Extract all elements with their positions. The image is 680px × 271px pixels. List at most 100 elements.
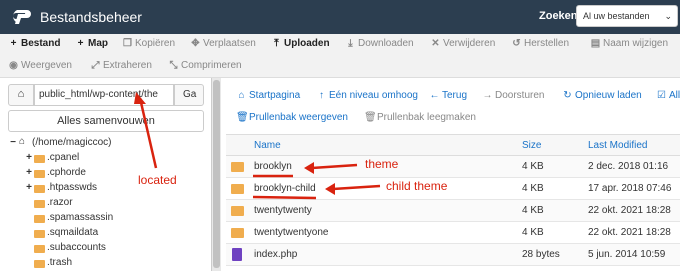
reload-button[interactable]: ↻ Opnieuw laden (562, 90, 641, 101)
tree-item[interactable]: .subaccounts (8, 242, 204, 257)
table-header: Name Size Last Modified (226, 134, 680, 156)
rename-button[interactable]: ▤ Naam wijzigen (590, 38, 668, 54)
extract-button[interactable]: ⤢ Extraheren (90, 60, 152, 76)
row-modified: 5 jun. 2014 10:59 (588, 249, 666, 260)
row-name: twentytwentyone (254, 227, 329, 238)
up-one-level-button[interactable]: ↑ Eén niveau omhoog (316, 90, 418, 101)
tree-item[interactable]: .razor (8, 197, 204, 212)
arrow-right-icon: → (482, 90, 493, 101)
eye-icon: ◉ (9, 60, 18, 71)
search-scope-select[interactable]: Al uw bestanden ⌄ (576, 5, 678, 27)
path-input[interactable]: public_html/wp-content/the (34, 84, 174, 106)
collapse-all-button[interactable]: Alles samenvouwen (8, 110, 204, 132)
new-file-button[interactable]: + Bestand (8, 38, 61, 54)
row-name: twentytwenty (254, 205, 312, 216)
move-icon: ✥ (191, 38, 200, 49)
top-bar: Bestandsbeheer Zoeken Al uw bestanden ⌄ (0, 0, 680, 34)
folder-icon (231, 206, 244, 216)
tree-item[interactable]: .trash (8, 257, 204, 271)
arrow-left-icon: ← (429, 90, 440, 101)
navigation-bar: ⌂ Startpagina ↑ Eén niveau omhoog ← Terug →… (226, 84, 680, 130)
search-scope-value: Al uw bestanden (583, 11, 650, 21)
download-button[interactable]: ⤓ Downloaden (345, 38, 413, 54)
table-row[interactable]: brooklyn 4 KB 2 dec. 2018 01:16 (226, 156, 680, 178)
row-size: 4 KB (522, 227, 544, 238)
search-label: Zoeken (539, 10, 578, 22)
collapse-toggle-icon[interactable]: − (8, 137, 18, 148)
plus-icon: + (77, 38, 84, 49)
tree-item-label: .spamassassin (47, 212, 114, 223)
row-modified: 17 apr. 2018 07:46 (588, 183, 672, 194)
compress-button[interactable]: ⤡ Comprimeren (168, 60, 242, 76)
checkbox-icon: ☑ (657, 90, 666, 101)
rename-icon: ▤ (590, 38, 601, 49)
chevron-down-icon: ⌄ (664, 11, 672, 21)
tree-item-label: .sqmaildata (47, 227, 99, 238)
row-name: brooklyn-child (254, 183, 316, 194)
tree-item[interactable]: .spamassassin (8, 212, 204, 227)
row-size: 28 bytes (522, 249, 560, 260)
reload-icon: ↻ (563, 90, 572, 101)
sidebar-scrollbar[interactable] (211, 78, 221, 271)
tree-item-label: .razor (47, 197, 73, 208)
file-toolbar: + Bestand + Map ❐ Kopiëren ✥ Verplaatsen ⤒ Up… (0, 34, 680, 78)
annotation-child-theme: child theme (386, 179, 448, 193)
row-size: 4 KB (522, 161, 544, 172)
restore-icon: ↺ (512, 38, 521, 49)
expand-toggle-icon[interactable]: + (24, 152, 34, 163)
column-header-name[interactable]: Name (254, 140, 281, 151)
trash-icon: 🗑 (364, 112, 377, 123)
go-button[interactable]: Ga (174, 84, 204, 106)
compress-icon: ⤡ (169, 60, 178, 71)
column-header-size[interactable]: Size (522, 140, 541, 151)
copy-icon: ❐ (123, 38, 132, 49)
row-size: 4 KB (522, 205, 544, 216)
scrollbar-thumb[interactable] (213, 80, 220, 268)
folder-icon (231, 162, 244, 172)
home-path-button[interactable]: ⌂ (8, 84, 34, 106)
select-all-button[interactable]: ☑ All (656, 90, 680, 101)
folder-icon (34, 170, 45, 178)
folder-tree: − ⌂ (/home/magiccoc) + .cpanel + .cphorde +.… (8, 136, 204, 271)
column-header-modified[interactable]: Last Modified (588, 140, 647, 151)
back-button[interactable]: ← Terug (429, 90, 468, 101)
expand-toggle-icon[interactable]: + (24, 182, 34, 193)
empty-trash-button[interactable]: 🗑Prullenbak leegmaken (364, 112, 476, 123)
row-modified: 2 dec. 2018 01:16 (588, 161, 669, 172)
row-modified: 22 okt. 2021 18:28 (588, 205, 671, 216)
tree-item-label: .cpanel (47, 152, 80, 163)
copy-button[interactable]: ❐ Kopiëren (122, 38, 175, 54)
expand-toggle-icon[interactable]: + (24, 167, 34, 178)
upload-button[interactable]: ⤒ Uploaden (271, 38, 329, 54)
forward-button[interactable]: → Doorsturen (482, 90, 545, 101)
folder-icon (34, 200, 45, 208)
delete-button[interactable]: ✕ Verwijderen (430, 38, 495, 54)
app-title: Bestandsbeheer (40, 9, 142, 25)
folder-icon (34, 260, 45, 268)
row-name: index.php (254, 249, 298, 260)
new-folder-button[interactable]: + Map (75, 38, 108, 54)
table-row[interactable]: twentytwenty 4 KB 22 okt. 2021 18:28 (226, 200, 680, 222)
row-size: 4 KB (522, 183, 544, 194)
extract-icon: ⤢ (91, 60, 100, 71)
table-row[interactable]: index.php 28 bytes 5 jun. 2014 10:59 (226, 244, 680, 266)
restore-button[interactable]: ↺ Herstellen (511, 38, 569, 54)
tree-item-label: .subaccounts (47, 242, 106, 253)
tree-item-label: .htpasswds (47, 182, 98, 193)
cpanel-logo-icon (13, 10, 31, 24)
tree-root[interactable]: − ⌂ (/home/magiccoc) (8, 136, 204, 152)
move-button[interactable]: ✥ Verplaatsen (190, 38, 256, 54)
home-button[interactable]: ⌂ Startpagina (236, 90, 300, 101)
table-row[interactable]: twentytwentyone 4 KB 22 okt. 2021 18:28 (226, 222, 680, 244)
row-name: brooklyn (254, 161, 292, 172)
tree-item[interactable]: .sqmaildata (8, 227, 204, 242)
view-button[interactable]: ◉ Weergeven (8, 60, 72, 76)
folder-icon (34, 185, 45, 193)
tree-item[interactable]: + .cpanel (8, 152, 204, 167)
home-icon: ⌂ (19, 136, 26, 147)
folder-icon (231, 228, 244, 238)
view-trash-button[interactable]: 🗑Prullenbak weergeven (236, 112, 348, 123)
plus-icon: + (10, 38, 17, 49)
table-row[interactable]: brooklyn-child 4 KB 17 apr. 2018 07:46 (226, 178, 680, 200)
row-modified: 22 okt. 2021 18:28 (588, 227, 671, 238)
